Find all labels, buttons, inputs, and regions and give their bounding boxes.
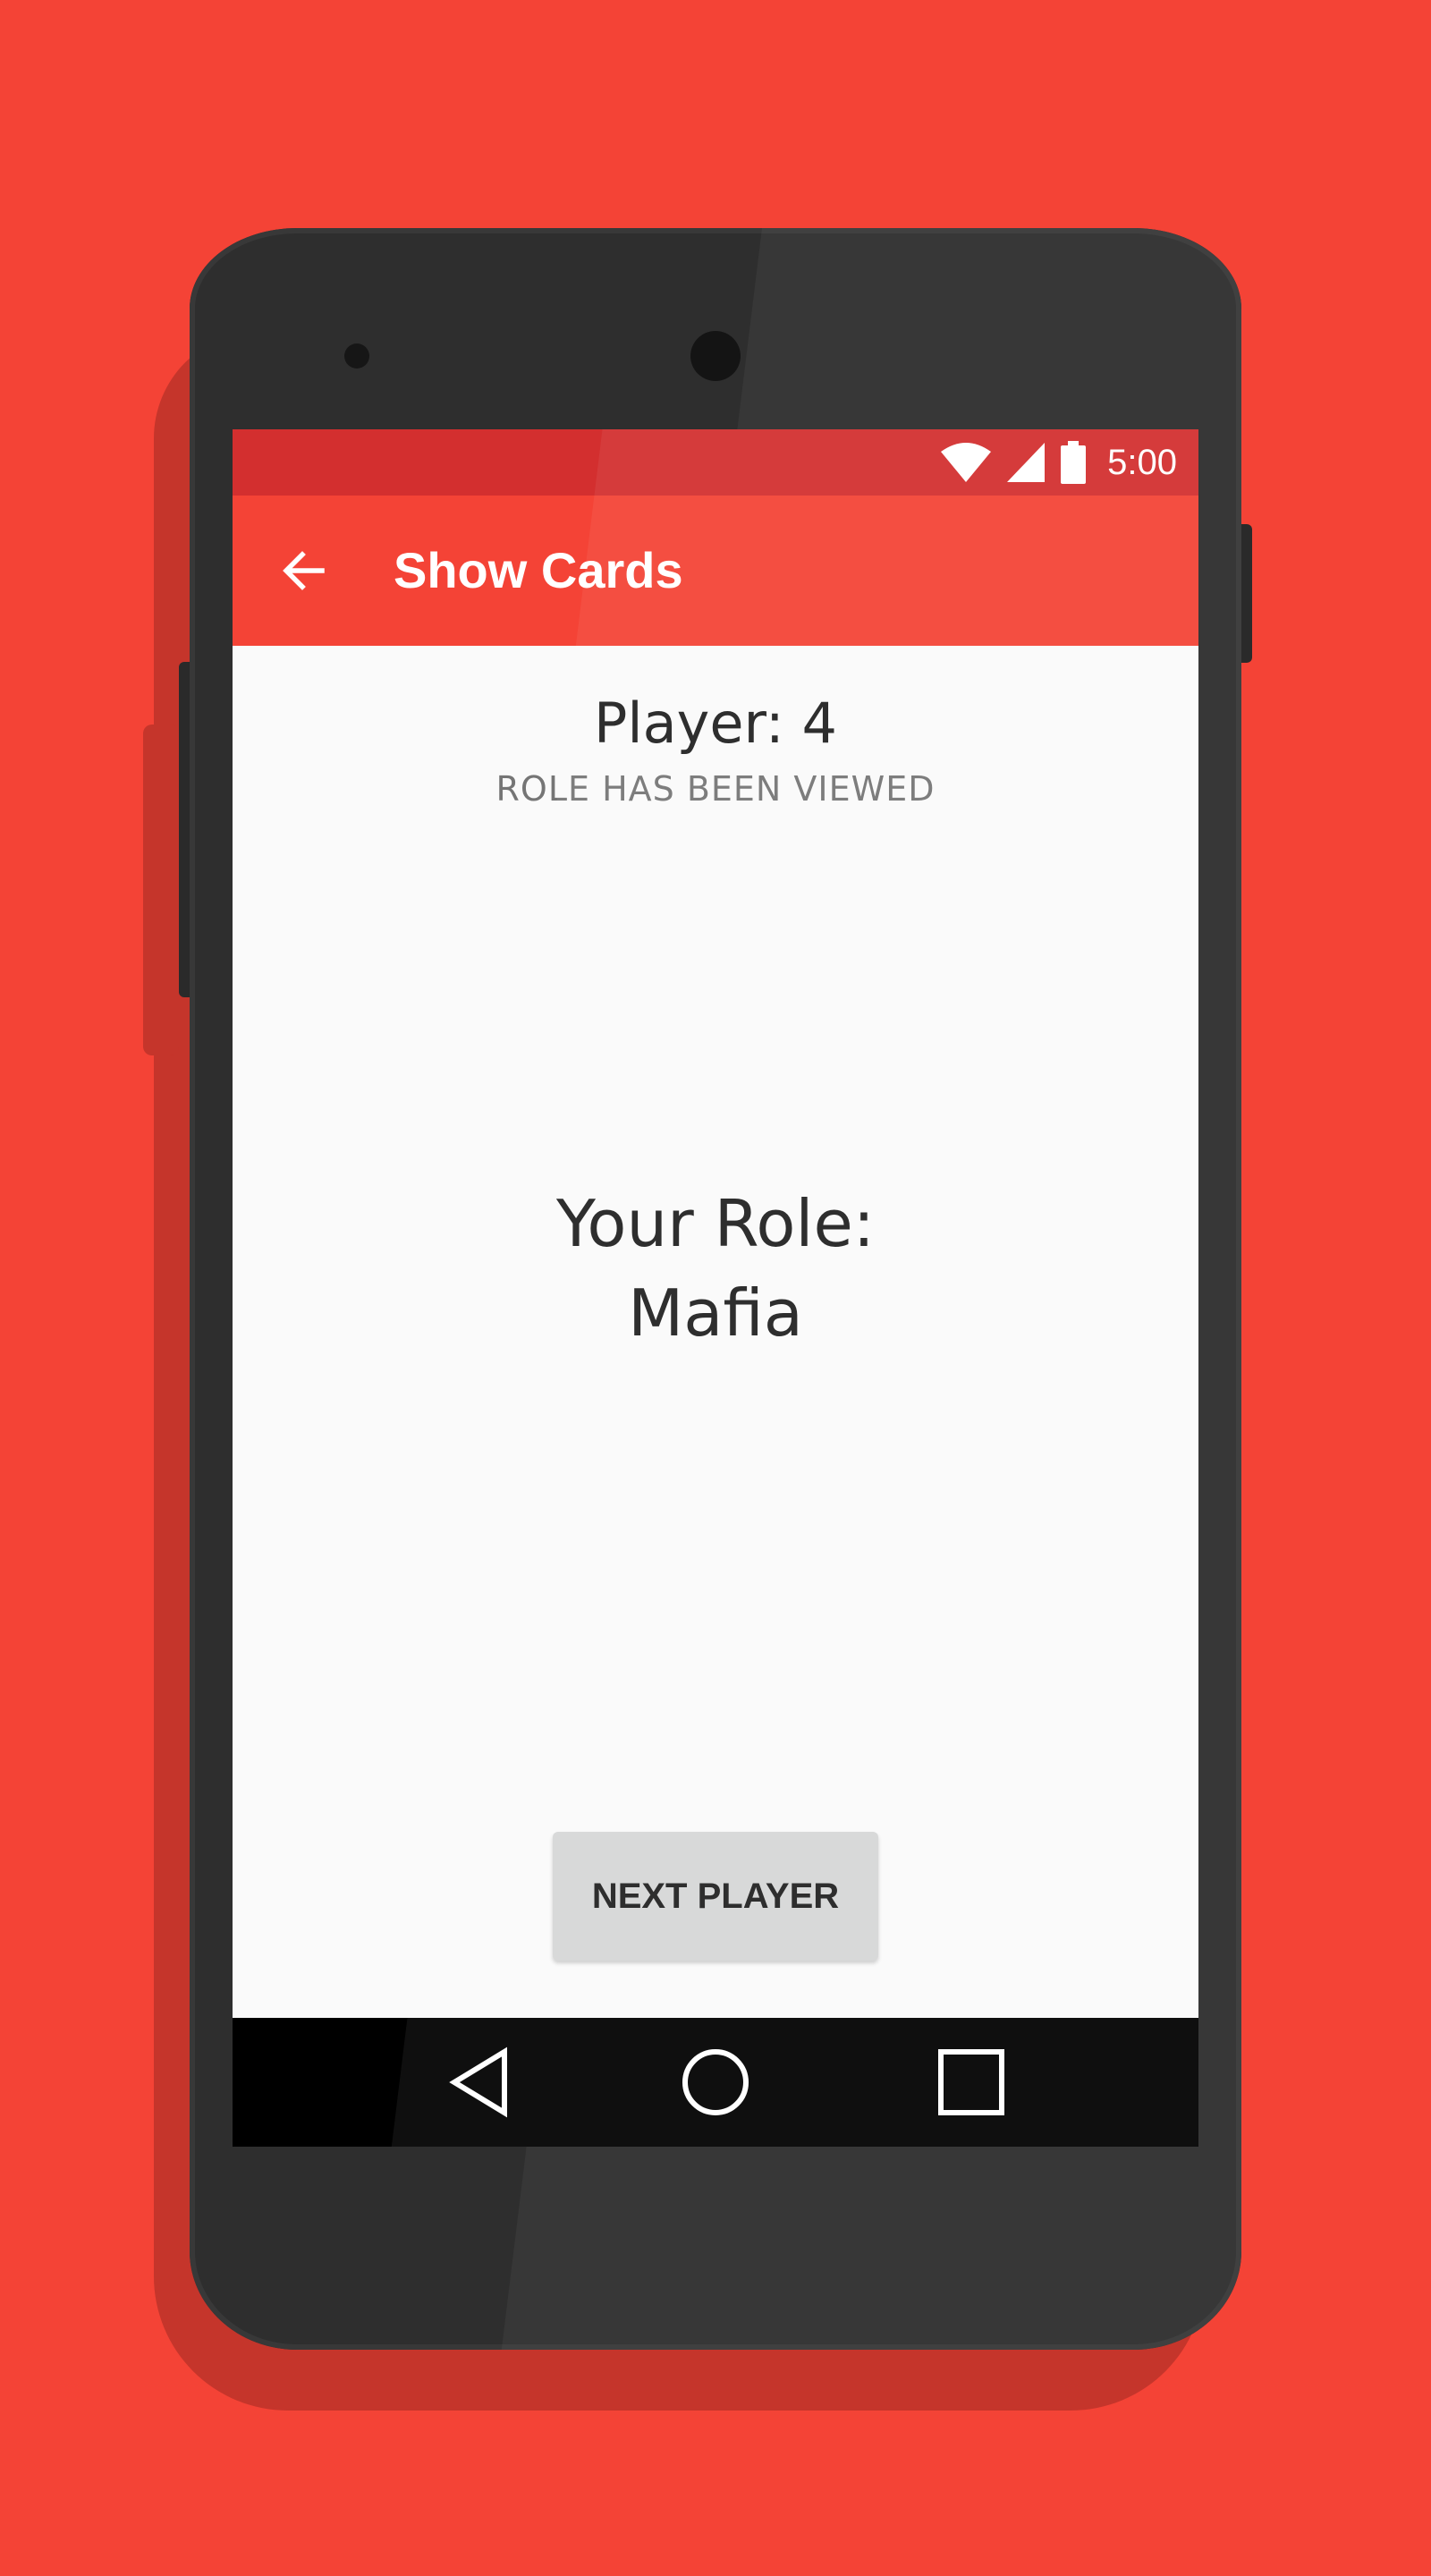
nav-recents-button[interactable] (927, 2038, 1016, 2127)
phone-shadow-side (143, 724, 179, 1055)
home-circle-icon (682, 2049, 749, 2115)
nav-home-button[interactable] (671, 2038, 760, 2127)
back-button[interactable] (268, 535, 340, 606)
battery-icon (1061, 441, 1087, 484)
role-heading: Your Role: (556, 1186, 875, 1261)
main-content: Player: 4 ROLE HAS BEEN VIEWED Your Role… (233, 646, 1198, 2018)
status-time: 5:00 (1107, 442, 1177, 482)
role-status-label: ROLE HAS BEEN VIEWED (495, 769, 936, 809)
nav-bar (233, 2018, 1198, 2147)
nav-back-button[interactable] (435, 2038, 524, 2127)
arrow-left-icon (283, 551, 325, 590)
phone-screen: 5:00 Show Cards Player: 4 ROLE HAS BEEN … (233, 429, 1198, 2147)
wifi-icon (941, 443, 992, 482)
player-label: Player: 4 (594, 691, 837, 756)
front-camera (690, 331, 741, 381)
status-bar: 5:00 (233, 429, 1198, 496)
role-block: Your Role: Mafia (233, 1179, 1198, 1358)
next-player-button[interactable]: NEXT PLAYER (553, 1832, 878, 1961)
status-icons: 5:00 (941, 429, 1177, 496)
signal-icon (1007, 443, 1046, 482)
app-bar: Show Cards (233, 496, 1198, 646)
recents-square-icon (938, 2049, 1004, 2115)
back-triangle-icon (449, 2046, 507, 2118)
page-title: Show Cards (394, 542, 683, 598)
background: 5:00 Show Cards Player: 4 ROLE HAS BEEN … (0, 0, 1431, 2576)
role-value: Mafia (628, 1275, 803, 1351)
sensor-dot (344, 343, 369, 369)
